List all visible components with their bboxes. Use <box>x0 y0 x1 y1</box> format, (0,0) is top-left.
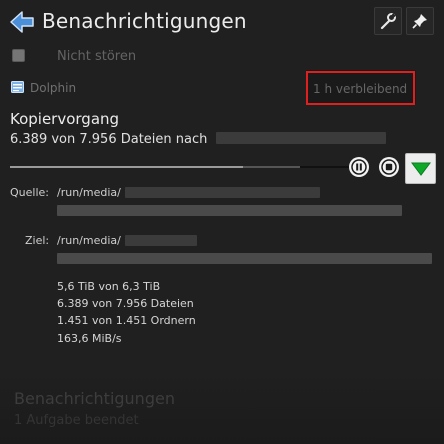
redacted-source-path-2 <box>57 205 402 216</box>
do-not-disturb-row[interactable]: Nicht stören <box>10 47 430 67</box>
destination-label: Ziel: <box>25 234 50 247</box>
pin-icon <box>412 14 427 29</box>
progress-fill <box>10 166 243 168</box>
page-title: Benachrichtigungen <box>42 9 247 33</box>
transfer-stats: 5,6 TiB von 6,3 TiB 6.389 von 7.956 Date… <box>57 278 196 347</box>
pause-button[interactable] <box>349 157 369 177</box>
header: Benachrichtigungen <box>0 0 444 44</box>
redacted-destination-path <box>125 235 197 246</box>
redacted-destination-path-2 <box>57 253 432 264</box>
stat-folders: 1.451 von 1.451 Ordnern <box>57 314 196 328</box>
redacted-destination <box>215 132 386 144</box>
pause-icon <box>351 159 367 175</box>
wrench-icon <box>380 13 396 30</box>
stat-speed: 163,6 MiB/s <box>57 331 122 345</box>
redacted-source-path <box>125 187 320 198</box>
pin-button[interactable] <box>406 7 434 35</box>
job-subtitle: 6.389 von 7.956 Dateien nach <box>10 132 386 147</box>
source-label: Quelle: <box>10 186 49 199</box>
notifications-panel: Benachrichtigungen Nicht stören Dolphin <box>0 0 444 444</box>
progress-bar <box>10 166 300 168</box>
job-title: Kopiervorgang <box>10 110 120 128</box>
back-arrow-icon <box>10 11 34 33</box>
highlight-box <box>306 71 415 105</box>
progress-bar-end <box>300 166 352 168</box>
source-value: /run/media/ <box>57 186 121 199</box>
background-title: Benachrichtigungen <box>14 389 175 408</box>
chevron-down-icon <box>410 162 431 176</box>
configure-button[interactable] <box>374 7 402 35</box>
stop-icon <box>381 159 397 175</box>
expand-details-button[interactable] <box>405 153 436 184</box>
dolphin-app-icon <box>11 81 24 93</box>
job-subtitle-text: 6.389 von 7.956 Dateien nach <box>10 132 208 147</box>
stop-button[interactable] <box>379 157 399 177</box>
do-not-disturb-label: Nicht stören <box>57 49 137 64</box>
destination-value: /run/media/ <box>57 234 121 247</box>
stat-size: 5,6 TiB von 6,3 TiB <box>57 280 161 293</box>
do-not-disturb-checkbox[interactable] <box>12 49 25 62</box>
back-button[interactable] <box>9 10 35 34</box>
background-subtitle: 1 Aufgabe beendet <box>14 413 139 428</box>
app-name: Dolphin <box>30 81 77 95</box>
stat-files: 6.389 von 7.956 Dateien <box>57 297 194 311</box>
